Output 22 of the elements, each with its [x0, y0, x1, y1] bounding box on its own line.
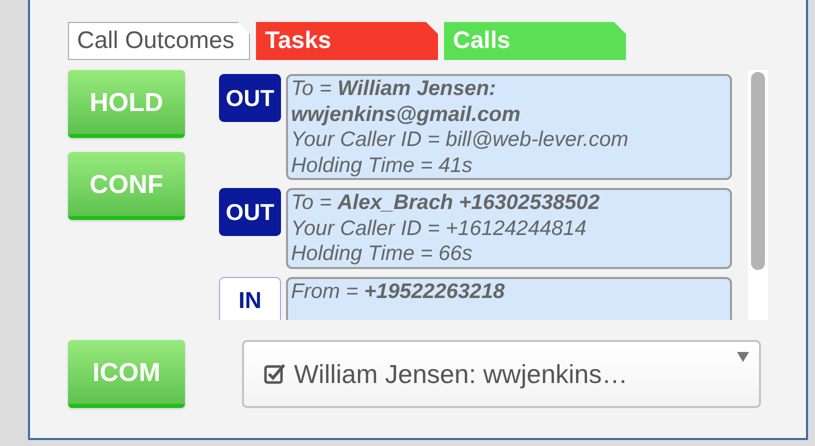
dropdown-value: William Jensen: wwjenkins…: [294, 358, 628, 390]
call-detail: From = +19522263218: [291, 278, 506, 304]
direction-badge: OUT: [219, 74, 281, 122]
call-detail: To = Alex_Brach +16302538502: [291, 190, 601, 216]
action-button[interactable]: HOLD: [68, 70, 185, 138]
tab[interactable]: Calls: [444, 22, 626, 60]
scrollbar[interactable]: [748, 70, 768, 320]
call-detail: To = William Jensen: wwjenkins@gmail.com: [291, 76, 522, 127]
call-detail: Holding Time = 41s: [291, 152, 474, 178]
contact-dropdown[interactable]: William Jensen: wwjenkins…: [242, 340, 761, 408]
call-detail: Your Caller ID = +16124244814: [291, 216, 588, 241]
call-detail: Holding Time = 66s: [291, 241, 474, 266]
tab[interactable]: Call Outcomes: [68, 22, 250, 60]
scrollbar-thumb[interactable]: [751, 72, 765, 270]
caret-icon: [737, 352, 749, 362]
checkbox-icon[interactable]: [264, 363, 286, 385]
tab[interactable]: Tasks: [256, 22, 438, 60]
intercom-button[interactable]: ICOM: [68, 340, 185, 408]
direction-badge: IN: [219, 276, 281, 320]
direction-badge: OUT: [219, 188, 281, 236]
action-button[interactable]: CONF: [68, 152, 185, 220]
call-detail: Your Caller ID = bill@web-lever.com: [291, 127, 630, 152]
